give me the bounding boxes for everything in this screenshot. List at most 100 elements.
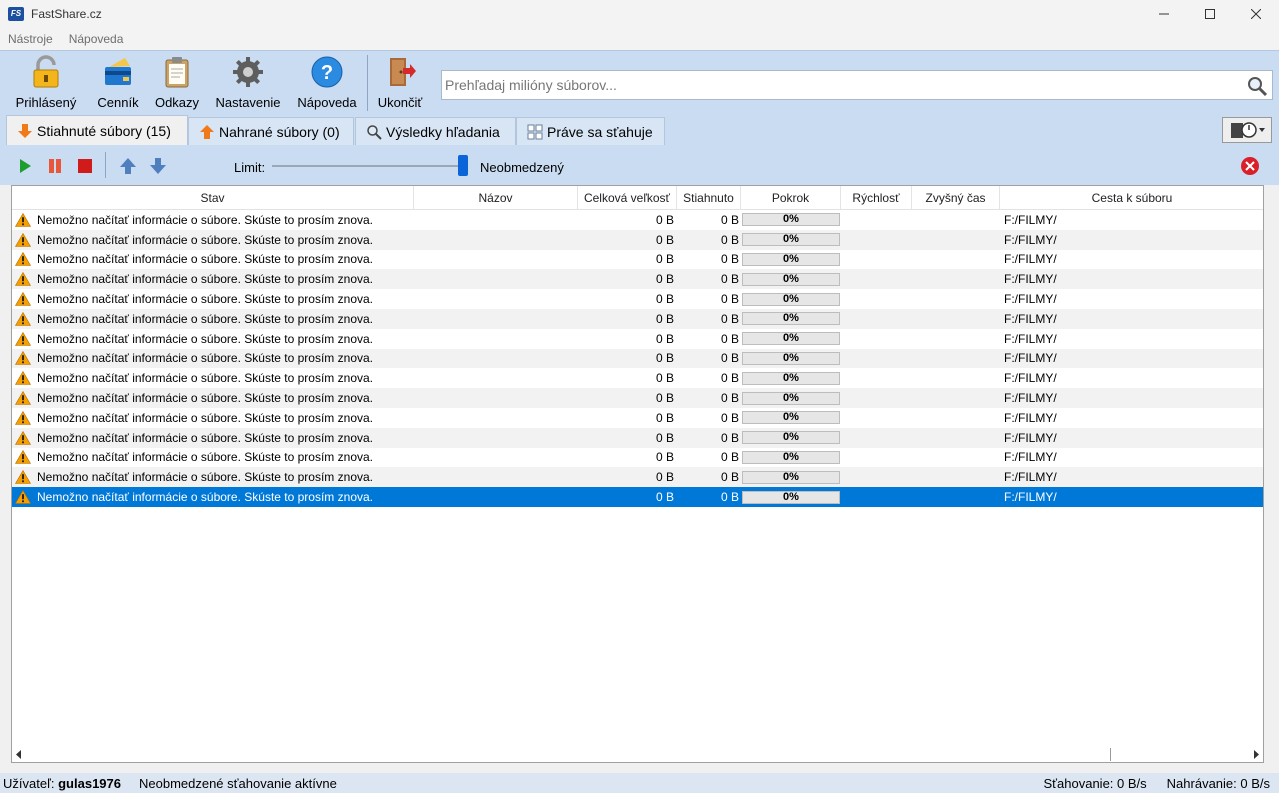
slider-thumb[interactable] (458, 155, 468, 176)
warning-icon (15, 470, 31, 485)
table-row[interactable]: Nemožno načítať informácie o súbore. Skú… (12, 388, 1263, 408)
table-body: Nemožno načítať informácie o súbore. Skú… (12, 210, 1263, 507)
cell-downloaded: 0 B (720, 430, 739, 445)
table-row[interactable]: Nemožno načítať informácie o súbore. Skú… (12, 250, 1263, 270)
scrollbar-thumb[interactable] (1110, 748, 1111, 761)
warning-icon (15, 410, 31, 425)
settings-button[interactable]: Nastavenie (214, 55, 282, 113)
help-button[interactable]: ? Nápoveda (296, 55, 358, 113)
minimize-button[interactable] (1141, 0, 1187, 28)
status-bar: Užívateľ: gulas1976 Neobmedzené sťahovan… (0, 773, 1279, 793)
scroll-right-icon[interactable] (1252, 750, 1260, 759)
cell-speed (841, 230, 912, 250)
logged-in-button[interactable]: Prihlásený (15, 55, 77, 113)
menu-tools[interactable]: Nástroje (0, 32, 61, 46)
display-settings-button[interactable] (1222, 117, 1272, 143)
move-up-button[interactable] (118, 156, 138, 176)
table-row[interactable]: Nemožno načítať informácie o súbore. Skú… (12, 408, 1263, 428)
table-row[interactable]: Nemožno načítať informácie o súbore. Skú… (12, 289, 1263, 309)
pause-button[interactable] (45, 156, 65, 176)
table-row[interactable]: Nemožno načítať informácie o súbore. Skú… (12, 269, 1263, 290)
warning-icon (15, 252, 31, 267)
table-row[interactable]: Nemožno načítať informácie o súbore. Skú… (12, 487, 1263, 507)
cell-path: F:/FILMY/ (1004, 212, 1057, 227)
status-text: Nemožno načítať informácie o súbore. Skú… (37, 391, 373, 406)
controls-separator (105, 152, 106, 178)
table-row[interactable]: Nemožno načítať informácie o súbore. Skú… (12, 210, 1263, 230)
column-header-downloaded[interactable]: Stiahnuto (677, 186, 741, 210)
cell-speed (841, 269, 912, 289)
column-header-name[interactable]: Názov (414, 186, 578, 210)
cell-status: Nemožno načítať informácie o súbore. Skú… (12, 309, 414, 329)
column-header-path[interactable]: Cesta k súboru (1000, 186, 1263, 210)
cell-status: Nemožno načítať informácie o súbore. Skú… (12, 368, 414, 388)
cell-downloaded: 0 B (720, 272, 739, 287)
cell-name (414, 210, 578, 230)
cell-speed (841, 250, 912, 270)
cell-status: Nemožno načítať informácie o súbore. Skú… (12, 230, 414, 250)
start-button[interactable] (15, 156, 35, 176)
cell-downloaded: 0 B (720, 232, 739, 247)
column-header-speed[interactable]: Rýchlosť (841, 186, 912, 210)
maximize-button[interactable] (1187, 0, 1233, 28)
cell-remaining (912, 428, 1000, 448)
upload-rate: Nahrávanie: 0 B/s (1166, 776, 1270, 791)
cell-progress: 0% (741, 467, 841, 487)
cell-progress: 0% (741, 309, 841, 329)
slider-track (272, 165, 468, 167)
column-header-status[interactable]: Stav (12, 186, 414, 210)
warning-icon (15, 311, 31, 326)
progress-bar: 0% (742, 351, 840, 365)
cell-remaining (912, 448, 1000, 468)
tab-downloaded-files[interactable]: Stiahnuté súbory (15) (6, 115, 188, 146)
search-input[interactable] (442, 71, 1242, 99)
speed-limit-slider[interactable] (272, 155, 472, 177)
column-header-size[interactable]: Celková veľkosť (578, 186, 677, 210)
cell-size: 0 B (655, 331, 674, 346)
tab-search-results[interactable]: Výsledky hľadania (355, 117, 516, 145)
cell-path: F:/FILMY/ (1004, 292, 1057, 307)
download-rate: Sťahovanie: 0 B/s (1043, 776, 1147, 791)
monitor-clock-icon (1231, 122, 1265, 138)
padlock-icon (33, 55, 59, 88)
scroll-left-icon[interactable] (15, 750, 23, 759)
cell-path: F:/FILMY/ (1004, 410, 1057, 425)
table-row[interactable]: Nemožno načítať informácie o súbore. Skú… (12, 368, 1263, 388)
cell-progress: 0% (741, 408, 841, 428)
warning-icon (15, 371, 31, 386)
tab-label: Stiahnuté súbory (15) (37, 123, 171, 139)
pricelist-button[interactable]: Cenník (95, 55, 141, 113)
search-icon[interactable] (1246, 75, 1268, 97)
table-row[interactable]: Nemožno načítať informácie o súbore. Skú… (12, 348, 1263, 369)
links-button[interactable]: Odkazy (154, 55, 200, 113)
download-mode-status: Neobmedzené sťahovanie aktívne (138, 775, 337, 791)
tab-now-downloading[interactable]: Práve sa sťahuje (516, 117, 665, 145)
cell-status: Nemožno načítať informácie o súbore. Skú… (12, 349, 414, 369)
table-row[interactable]: Nemožno načítať informácie o súbore. Skú… (12, 308, 1263, 329)
close-window-button[interactable] (1233, 0, 1279, 28)
table-row[interactable]: Nemožno načítať informácie o súbore. Skú… (12, 448, 1263, 468)
table-row[interactable]: Nemožno načítať informácie o súbore. Skú… (12, 427, 1263, 448)
column-header-remaining[interactable]: Zvyšný čas (912, 186, 1000, 210)
cell-name (414, 250, 578, 270)
pricelist-icon (105, 58, 131, 85)
cell-remaining (912, 309, 1000, 329)
table-row[interactable]: Nemožno načítať informácie o súbore. Skú… (12, 229, 1263, 250)
cell-name (414, 269, 578, 289)
exit-button[interactable]: Ukončiť (376, 55, 424, 113)
cell-size: 0 B (655, 292, 674, 307)
table-row[interactable]: Nemožno načítať informácie o súbore. Skú… (12, 329, 1263, 349)
play-icon (20, 159, 31, 173)
table-row[interactable]: Nemožno načítať informácie o súbore. Skú… (12, 467, 1263, 488)
remove-all-icon[interactable] (1240, 156, 1260, 176)
tab-uploaded-files[interactable]: Nahrané súbory (0) (188, 117, 354, 145)
horizontal-scrollbar[interactable] (12, 747, 1263, 762)
move-down-button[interactable] (148, 156, 168, 176)
column-header-progress[interactable]: Pokrok (741, 186, 841, 210)
toolbar-separator (367, 55, 368, 111)
cell-downloaded: 0 B (720, 252, 739, 267)
stop-button[interactable] (75, 156, 95, 176)
cell-size: 0 B (655, 272, 674, 287)
menu-help[interactable]: Nápoveda (61, 32, 132, 46)
limit-value: Neobmedzený (480, 160, 564, 175)
